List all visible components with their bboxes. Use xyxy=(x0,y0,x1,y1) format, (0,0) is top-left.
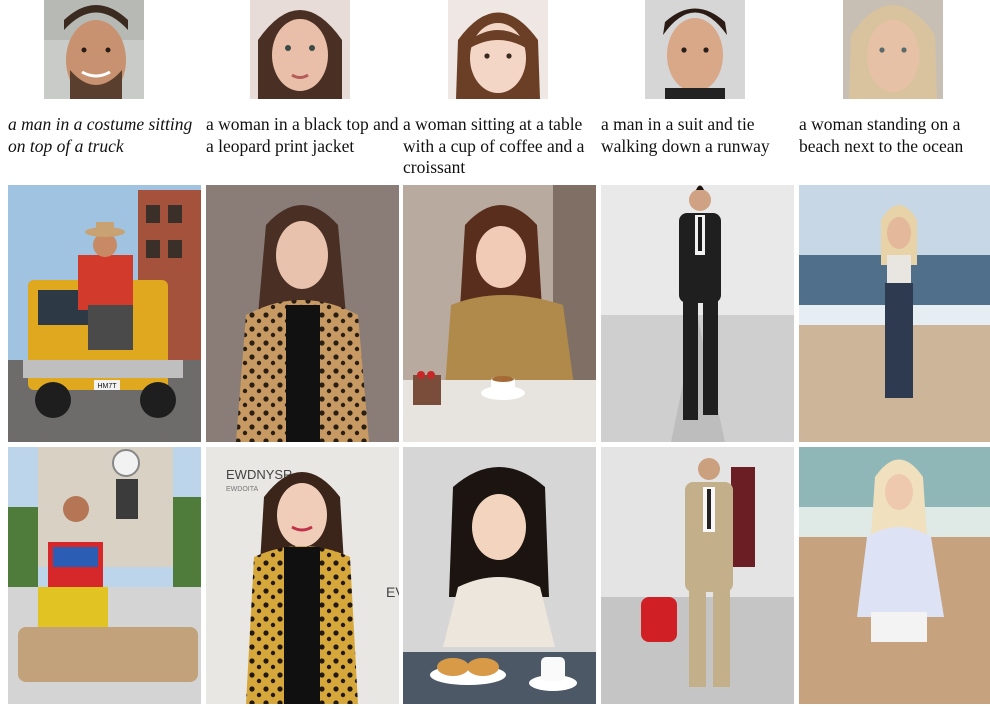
face-woman-bangs xyxy=(448,0,548,99)
reference-face-2 xyxy=(250,0,350,99)
generated-image-3b xyxy=(403,447,596,704)
scene-woman-croissant xyxy=(403,447,596,704)
scene-woman-beach-dark-pants xyxy=(799,185,990,442)
scene-man-beige-suit-runway xyxy=(601,447,794,704)
generated-image-4b xyxy=(601,447,794,704)
svg-text:EV: EV xyxy=(386,584,399,600)
scene-woman-coffee-table xyxy=(403,185,596,442)
generated-image-2b: EWDNYSR EWDOITA EV xyxy=(206,447,399,704)
scene-woman-event-backdrop: EWDNYSR EWDOITA EV xyxy=(206,447,399,704)
reference-face-1 xyxy=(44,0,144,99)
scene-man-on-truck: HM7T xyxy=(8,185,201,442)
scene-man-black-suit-runway xyxy=(601,185,794,442)
generated-image-1a: HM7T xyxy=(8,185,201,442)
reference-face-3 xyxy=(448,0,548,99)
caption-1: a man in a costume sitting on top of a t… xyxy=(8,114,193,156)
face-woman-blonde xyxy=(843,0,943,99)
caption-3: a woman sitting at a table with a cup of… xyxy=(403,114,585,177)
generated-image-4a xyxy=(601,185,794,442)
caption-5: a woman standing on a beach next to the … xyxy=(799,114,964,156)
scene-woman-beach-white-shirt xyxy=(799,447,990,704)
generated-image-5a xyxy=(799,185,990,442)
svg-text:EWDOITA: EWDOITA xyxy=(226,486,258,493)
face-man-smiling xyxy=(44,0,144,99)
face-man-short-hair xyxy=(645,0,745,99)
scene-woman-leopard-jacket xyxy=(206,185,399,442)
svg-text:HM7T: HM7T xyxy=(97,383,117,390)
generated-image-1b xyxy=(8,447,201,704)
face-woman-dark-hair xyxy=(250,0,350,99)
scene-man-on-car xyxy=(8,447,201,704)
generated-image-5b xyxy=(799,447,990,704)
reference-face-5 xyxy=(843,0,943,99)
generated-image-2a xyxy=(206,185,399,442)
caption-2: a woman in a black top and a leopard pri… xyxy=(206,114,399,156)
caption-4: a man in a suit and tie walking down a r… xyxy=(601,114,770,156)
generated-image-3a xyxy=(403,185,596,442)
reference-face-4 xyxy=(645,0,745,99)
